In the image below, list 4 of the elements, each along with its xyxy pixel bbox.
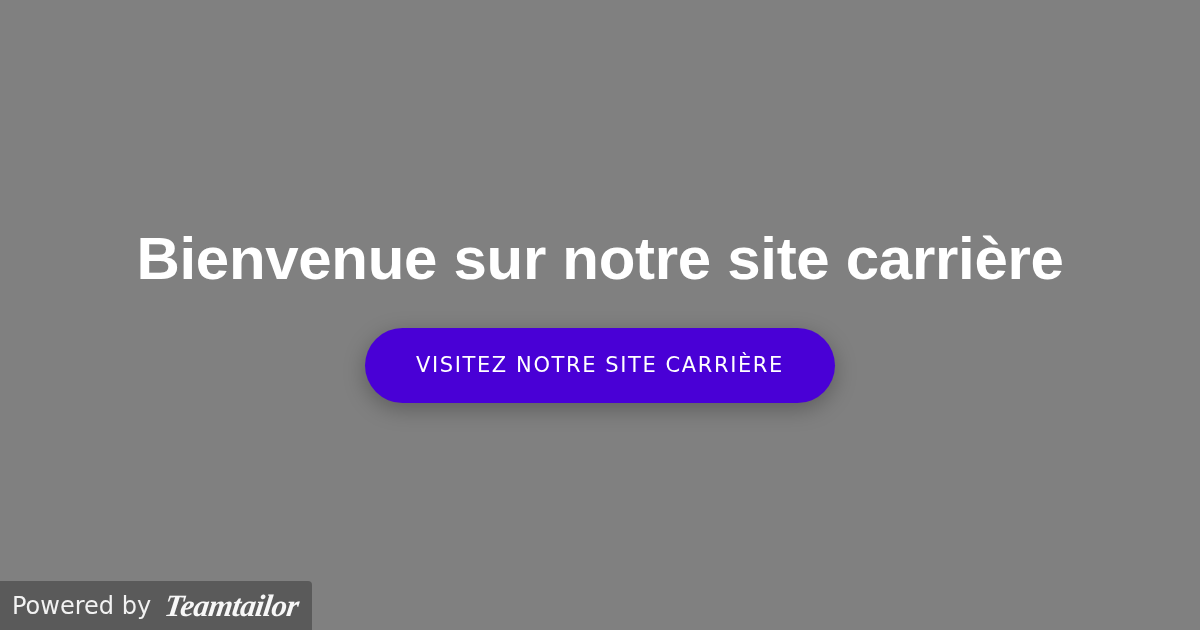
visit-site-button[interactable]: VISITEZ NOTRE SITE CARRIÈRE (365, 327, 835, 403)
page-heading: Bienvenue sur notre site carrière (136, 225, 1064, 292)
logo-wordmark: Teamtailor (162, 587, 301, 624)
powered-by-text: Powered by (12, 591, 152, 620)
